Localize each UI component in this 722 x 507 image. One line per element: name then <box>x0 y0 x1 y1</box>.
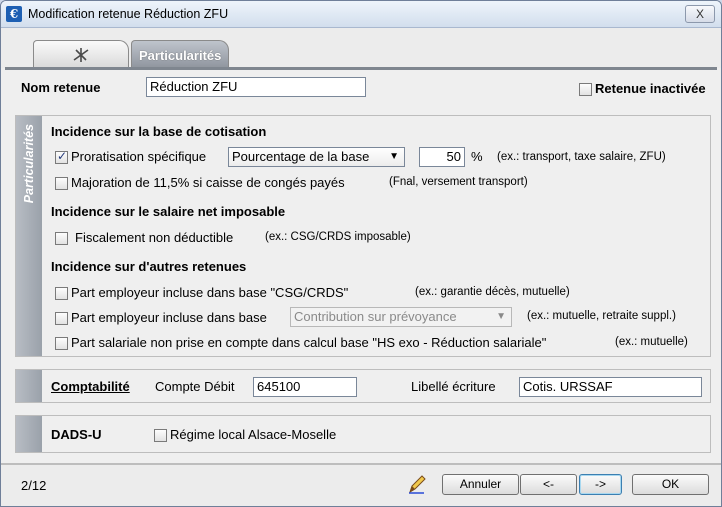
dadsu-title: DADS-U <box>51 427 102 442</box>
proratisation-select[interactable]: Pourcentage de la base ▼ <box>228 147 405 167</box>
tab-particularites[interactable]: Particularités <box>131 40 229 68</box>
libelle-ecriture-input[interactable]: Cotis. URSSAF <box>519 377 702 397</box>
next-button[interactable]: -> <box>579 474 622 495</box>
tab-icon <box>73 48 89 62</box>
nom-retenue-label: Nom retenue <box>21 80 101 95</box>
majoration-note: (Fnal, versement transport) <box>389 176 528 188</box>
net-heading: Incidence sur le salaire net imposable <box>51 204 286 219</box>
window-title: Modification retenue Réduction ZFU <box>28 7 229 21</box>
chevron-down-icon: ▼ <box>389 151 399 162</box>
majoration-label: Majoration de 11,5% si caisse de congés … <box>71 175 345 190</box>
retenue-inactivee-label: Retenue inactivée <box>595 81 706 96</box>
comptabilite-title[interactable]: Comptabilité <box>51 379 130 394</box>
row2-select[interactable]: Contribution sur prévoyance ▼ <box>290 307 512 327</box>
tab-bar: Particularités <box>1 28 721 68</box>
pencil-icon[interactable] <box>406 473 428 495</box>
section-sidebar <box>16 370 42 402</box>
autres-heading: Incidence sur d'autres retenues <box>51 259 247 274</box>
sidebar-label: Particularités <box>22 124 36 204</box>
nom-retenue-input[interactable]: Réduction ZFU <box>146 77 366 97</box>
percent-input[interactable]: 50 <box>419 147 465 167</box>
row2-note: (ex.: mutuelle, retraite suppl.) <box>527 310 676 322</box>
row1-checkbox[interactable] <box>55 287 68 300</box>
fiscal-note: (ex.: CSG/CRDS imposable) <box>265 231 411 243</box>
chevron-down-icon: ▼ <box>496 311 506 322</box>
ok-button[interactable]: OK <box>632 474 709 495</box>
cancel-button[interactable]: Annuler <box>442 474 519 495</box>
proratisation-checkbox[interactable] <box>55 149 68 164</box>
page-indicator: 2/12 <box>21 478 47 493</box>
title-bar: € Modification retenue Réduction ZFU X <box>1 1 721 28</box>
regime-local-checkbox[interactable] <box>154 429 167 442</box>
proratisation-select-value: Pourcentage de la base <box>232 149 370 164</box>
libelle-ecriture-label: Libellé écriture <box>411 379 496 394</box>
app-icon: € <box>6 6 22 22</box>
base-heading: Incidence sur la base de cotisation <box>51 124 267 139</box>
tab-particularites-label: Particularités <box>139 48 222 63</box>
percent-unit: % <box>471 149 483 164</box>
regime-local-label: Régime local Alsace-Moselle <box>170 427 337 442</box>
dadsu-section <box>15 415 711 453</box>
compte-debit-label: Compte Débit <box>155 379 235 394</box>
row2-label: Part employeur incluse dans base <box>71 310 267 325</box>
section-sidebar: Particularités <box>16 116 42 356</box>
row3-label: Part salariale non prise en compte dans … <box>71 335 547 350</box>
section-sidebar <box>16 416 42 452</box>
majoration-checkbox[interactable] <box>55 177 68 190</box>
tab-divider <box>5 67 717 70</box>
compte-debit-input[interactable]: 645100 <box>253 377 357 397</box>
retenue-inactivee-checkbox[interactable] <box>579 83 592 96</box>
proratisation-note: (ex.: transport, taxe salaire, ZFU) <box>497 151 666 163</box>
close-button[interactable]: X <box>685 5 715 23</box>
row2-select-value: Contribution sur prévoyance <box>294 309 457 324</box>
fiscal-checkbox[interactable] <box>55 232 68 245</box>
previous-button[interactable]: <- <box>520 474 577 495</box>
proratisation-label: Proratisation spécifique <box>71 149 207 164</box>
row3-note: (ex.: mutuelle) <box>615 336 688 348</box>
row1-note: (ex.: garantie décès, mutuelle) <box>415 286 570 298</box>
tab-general[interactable] <box>33 40 129 68</box>
fiscal-label: Fiscalement non déductible <box>75 230 234 245</box>
row3-checkbox[interactable] <box>55 337 68 350</box>
row1-label: Part employeur incluse dans base "CSG/CR… <box>71 285 349 300</box>
dialog-window: € Modification retenue Réduction ZFU X P… <box>0 0 722 507</box>
row2-checkbox[interactable] <box>55 312 68 325</box>
